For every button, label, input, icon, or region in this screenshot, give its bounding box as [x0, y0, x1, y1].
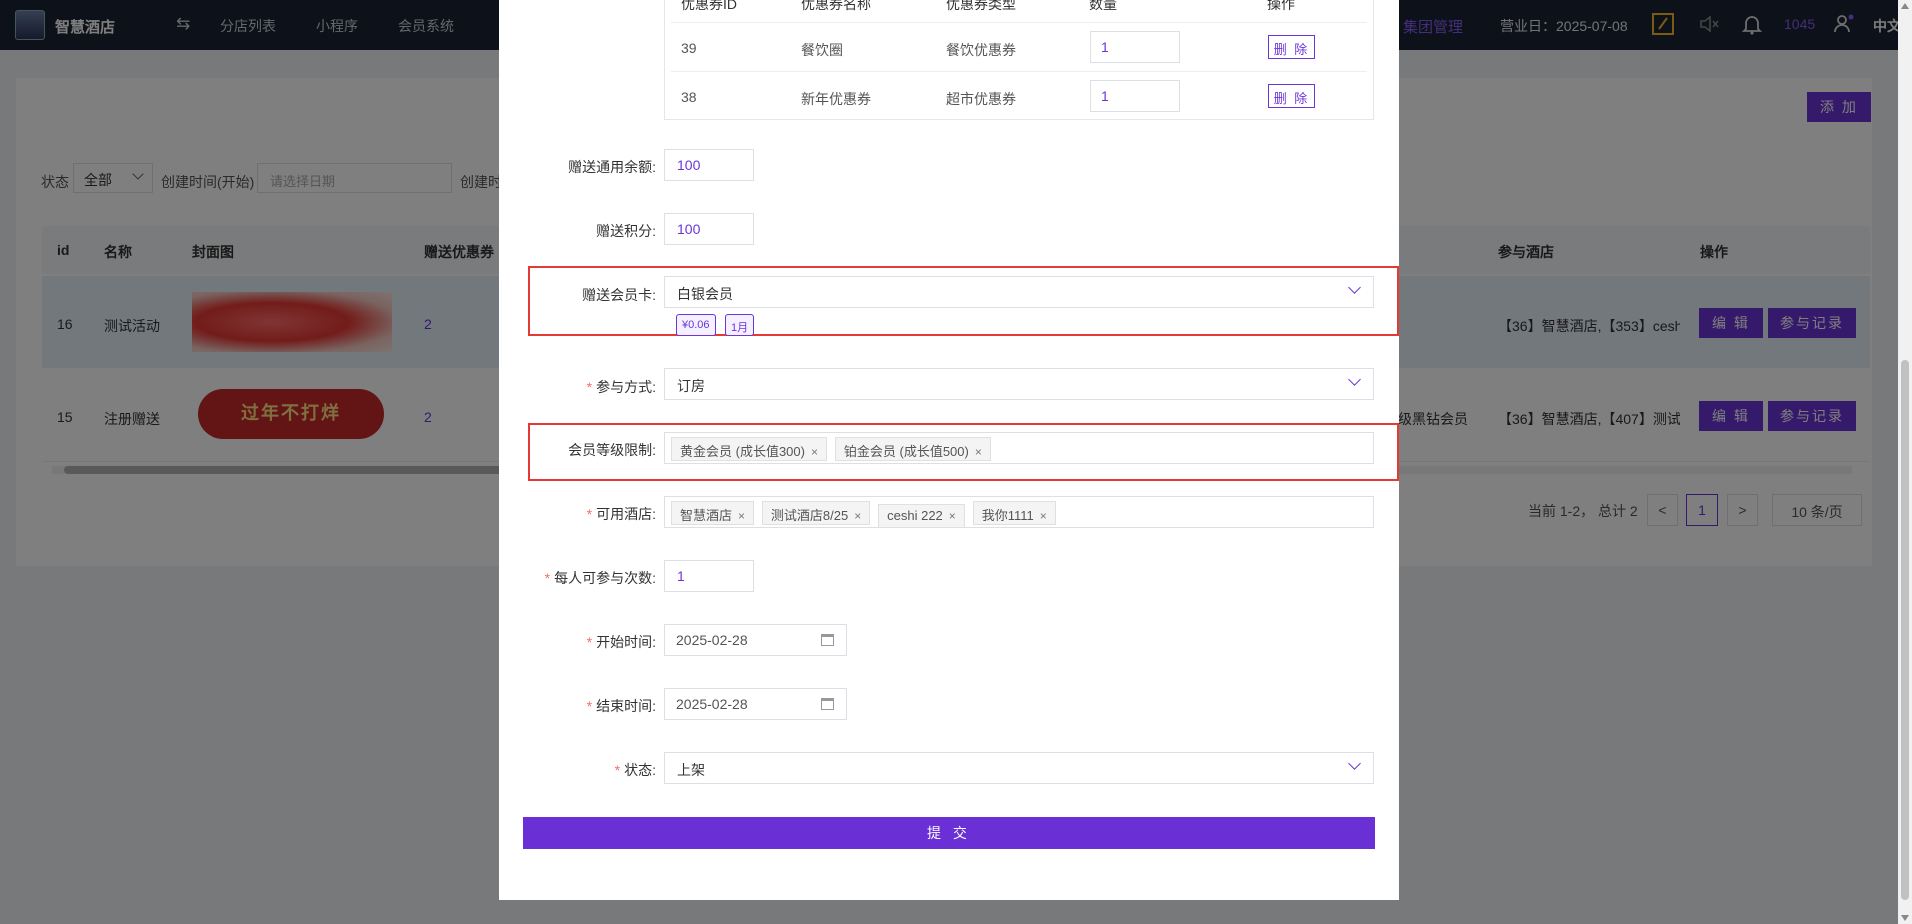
- level-tag: 铂金会员 (成长值500) ×: [834, 437, 991, 461]
- status-label: * 状态:: [614, 762, 656, 778]
- coupon-th-qty: 数量: [1089, 0, 1117, 12]
- card-duration-tag: 1月: [725, 314, 755, 336]
- row-divider: [671, 71, 1367, 72]
- close-icon[interactable]: ×: [738, 509, 745, 523]
- status-value: 上架: [677, 762, 705, 778]
- participation-mode-select[interactable]: 订房: [664, 368, 1374, 400]
- member-level-multiselect[interactable]: 黄金会员 (成长值300) × 铂金会员 (成长值500) ×: [664, 432, 1374, 464]
- coupon-type: 餐饮优惠券: [946, 42, 1016, 58]
- start-time-picker[interactable]: 2025-02-28: [664, 624, 847, 656]
- close-icon[interactable]: ×: [1040, 509, 1047, 523]
- participation-mode-label: * 参与方式:: [586, 379, 656, 395]
- coupon-qty-input[interactable]: 1: [1090, 31, 1180, 63]
- close-icon[interactable]: ×: [811, 445, 818, 459]
- member-card-select[interactable]: 白银会员: [664, 276, 1374, 308]
- coupon-qty-input[interactable]: 1: [1090, 80, 1180, 112]
- coupon-th-name: 优惠券名称: [801, 0, 871, 12]
- points-label: 赠送积分:: [596, 223, 656, 239]
- status-select[interactable]: 上架: [664, 752, 1374, 784]
- calendar-icon: [821, 634, 834, 646]
- coupon-name: 餐饮圈: [801, 42, 843, 58]
- coupon-id: 38: [681, 89, 697, 105]
- times-label: * 每人可参与次数:: [544, 570, 656, 586]
- delete-button[interactable]: 删 除: [1268, 35, 1315, 59]
- scroll-down-icon[interactable]: [1901, 915, 1909, 921]
- member-level-label: 会员等级限制:: [568, 442, 656, 458]
- scroll-thumb[interactable]: [1901, 360, 1909, 900]
- row-divider: [671, 22, 1367, 23]
- coupon-name: 新年优惠券: [801, 91, 871, 107]
- page-vertical-scrollbar[interactable]: [1898, 0, 1912, 924]
- end-time-value: 2025-02-28: [676, 696, 748, 712]
- times-input[interactable]: 1: [664, 560, 754, 592]
- member-card-label: 赠送会员卡:: [582, 287, 656, 303]
- hotel-tag: 测试酒店8/25 ×: [761, 501, 871, 525]
- hotel-tag: 我你1111 ×: [972, 501, 1056, 525]
- member-card-value: 白银会员: [677, 286, 733, 302]
- hotels-multiselect[interactable]: 智慧酒店 × 测试酒店8/25 × ceshi 222 × 我你1111 ×: [664, 496, 1374, 528]
- close-icon[interactable]: ×: [975, 445, 982, 459]
- end-time-label: * 结束时间:: [586, 698, 656, 714]
- hotels-label: * 可用酒店:: [586, 506, 656, 522]
- chevron-down-icon: [1348, 757, 1361, 770]
- start-time-value: 2025-02-28: [676, 632, 748, 648]
- participation-mode-value: 订房: [677, 378, 705, 394]
- hotel-tag: ceshi 222 ×: [878, 504, 965, 528]
- coupon-th-id: 优惠券ID: [681, 0, 737, 12]
- coupon-th-type: 优惠券类型: [946, 0, 1016, 12]
- coupon-th-ops: 操作: [1267, 0, 1295, 12]
- close-icon[interactable]: ×: [854, 509, 861, 523]
- points-input[interactable]: 100: [664, 213, 754, 245]
- close-icon[interactable]: ×: [949, 509, 956, 523]
- chevron-down-icon: [1348, 281, 1361, 294]
- calendar-icon: [821, 698, 834, 710]
- balance-input[interactable]: 100: [664, 149, 754, 181]
- coupon-id: 39: [681, 40, 697, 56]
- balance-label: 赠送通用余额:: [568, 159, 656, 175]
- scroll-up-icon[interactable]: [1901, 3, 1909, 9]
- level-tag: 黄金会员 (成长值300) ×: [671, 437, 827, 461]
- chevron-down-icon: [1348, 373, 1361, 386]
- end-time-picker[interactable]: 2025-02-28: [664, 688, 847, 720]
- submit-button[interactable]: 提 交: [523, 817, 1375, 849]
- card-price-tag: ¥0.06: [676, 314, 716, 336]
- delete-button[interactable]: 删 除: [1268, 84, 1315, 108]
- coupon-type: 超市优惠券: [946, 91, 1016, 107]
- hotel-tag: 智慧酒店 ×: [671, 501, 755, 525]
- start-time-label: * 开始时间:: [586, 634, 656, 650]
